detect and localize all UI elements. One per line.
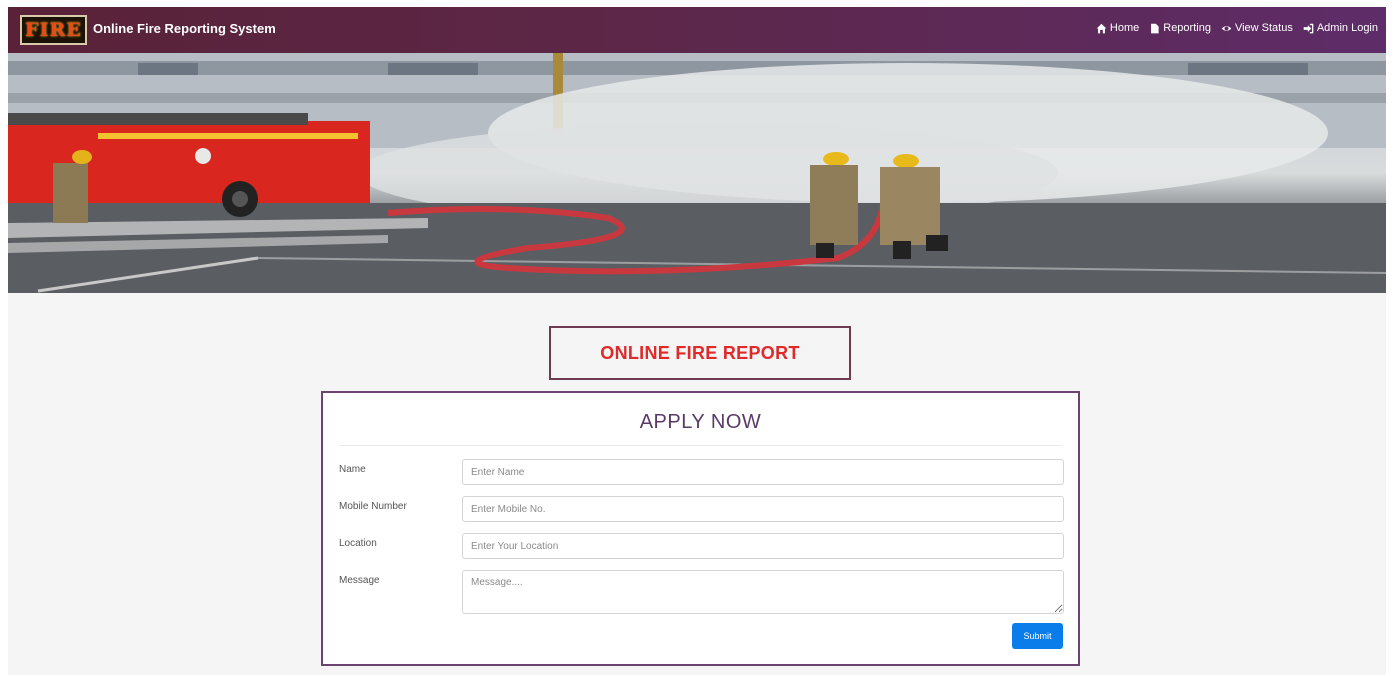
brand-title[interactable]: Online Fire Reporting System [93,21,276,36]
nav-admin-login-label: Admin Login [1316,22,1378,34]
mobile-label: Mobile Number [339,501,407,512]
form-row-location: Location [339,533,1066,559]
firefighters-hose-photo [8,53,1386,293]
form-row-name: Name [339,459,1066,485]
navbar: FIRE Online Fire Reporting System Home R… [8,7,1386,53]
page: FIRE Online Fire Reporting System Home R… [8,7,1386,675]
nav-home[interactable]: Home [1096,22,1139,34]
nav-home-label: Home [1109,22,1140,34]
divider [339,445,1062,446]
nav-view-status[interactable]: View Status [1221,22,1293,34]
document-icon [1151,23,1159,33]
name-label: Name [339,464,366,475]
report-heading-box: ONLINE FIRE REPORT [549,326,851,380]
report-heading: ONLINE FIRE REPORT [600,342,800,363]
nav-reporting-label: Reporting [1163,22,1211,34]
form-title: APPLY NOW [639,411,762,433]
form-row-message: Message [339,570,1066,614]
message-textarea[interactable] [462,570,1064,614]
message-label: Message [339,575,380,586]
nav-admin-login[interactable]: Admin Login [1303,22,1378,34]
location-input[interactable] [462,533,1064,559]
home-icon [1096,23,1107,33]
name-input[interactable] [462,459,1064,485]
logo-text: FIRE [25,19,82,41]
nav-menu: Home Reporting View Status Admin Login [1096,22,1378,34]
apply-form-card: APPLY NOW Name Mobile Number Location Me… [321,391,1080,666]
login-icon [1303,23,1314,33]
eye-icon [1221,25,1232,31]
fire-logo[interactable]: FIRE [20,15,87,45]
hero-banner [8,53,1386,293]
nav-reporting[interactable]: Reporting [1149,22,1211,34]
form-row-mobile: Mobile Number [339,496,1066,522]
mobile-input[interactable] [462,496,1064,522]
submit-button[interactable]: Submit [1012,623,1063,649]
nav-view-status-label: View Status [1234,22,1293,34]
location-label: Location [339,538,377,549]
